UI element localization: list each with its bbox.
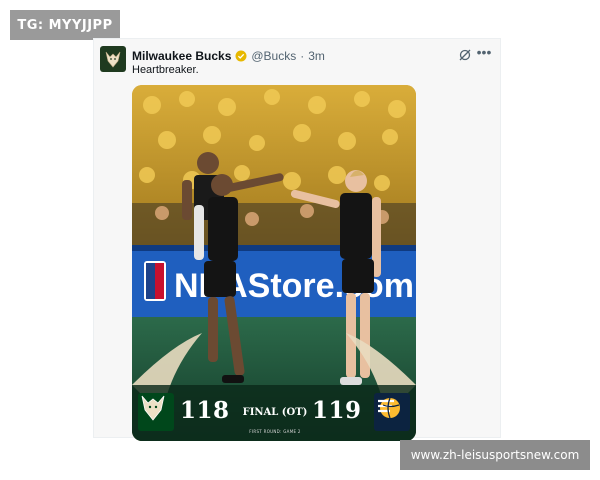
bucks-avatar-icon xyxy=(105,51,121,68)
bucks-logo-icon xyxy=(141,395,165,421)
timestamp[interactable]: 3m xyxy=(308,49,325,63)
series-subtitle: FIRST ROUND: GAME 2 xyxy=(249,429,301,434)
away-score: 119 xyxy=(312,397,362,424)
scoreboard: 118 FINAL (OT) 119 FIRST ROUND: GAME 2 xyxy=(132,385,416,441)
avatar[interactable] xyxy=(100,46,126,72)
verified-badge-icon xyxy=(235,50,247,62)
more-icon[interactable]: ••• xyxy=(476,45,492,61)
author-handle[interactable]: @Bucks xyxy=(251,49,296,63)
game-status: FINAL (OT) xyxy=(242,407,308,418)
grok-icon[interactable] xyxy=(458,48,472,62)
tweet-card[interactable]: Milwaukee Bucks @Bucks · 3m Heartbreaker… xyxy=(93,38,501,441)
watermark-bottom-right: www.zh-leisusportsnew.com xyxy=(400,440,590,470)
author-name[interactable]: Milwaukee Bucks xyxy=(132,49,231,63)
home-score: 118 xyxy=(180,397,230,424)
tweet-header: Milwaukee Bucks @Bucks · 3m xyxy=(132,48,325,64)
pacers-logo xyxy=(374,393,410,431)
separator-dot: · xyxy=(300,49,305,63)
tweet-text: Heartbreaker. xyxy=(132,64,199,76)
tweet-media-image[interactable]: NBAStore.com 118 FINAL (OT) 119 FIRST RO… xyxy=(132,85,416,441)
bucks-logo xyxy=(138,393,174,431)
pacers-logo-icon xyxy=(378,397,400,419)
watermark-top-left: TG: MYYJJPP xyxy=(10,10,120,40)
